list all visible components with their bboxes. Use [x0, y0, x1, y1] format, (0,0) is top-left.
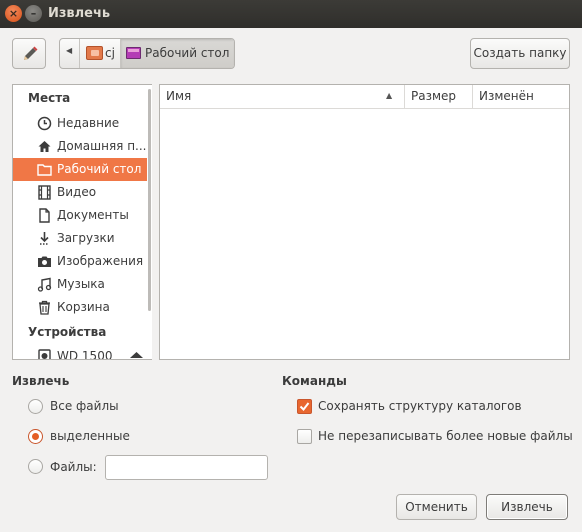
clock-icon	[37, 116, 52, 131]
sidebar-item-label: Видео	[57, 185, 97, 199]
sidebar-item-label: Документы	[57, 208, 129, 222]
eject-icon[interactable]	[130, 352, 143, 360]
sidebar-item-label: Рабочий стол	[57, 162, 142, 176]
minimize-button[interactable]: –	[25, 5, 42, 22]
commands-heading: Команды	[282, 374, 347, 388]
home-folder-icon	[86, 46, 103, 60]
sidebar-item-trash[interactable]: Корзина	[13, 296, 148, 319]
sidebar-item-label: WD 1500	[57, 349, 113, 360]
places-sidebar: Места Недавние Домашняя п... Рабочий сто…	[12, 84, 152, 360]
column-header-name[interactable]: Имя ▲	[160, 85, 405, 109]
sidebar-item-label: Домашняя п...	[57, 139, 147, 153]
create-folder-button[interactable]: Создать папку	[470, 38, 570, 69]
document-icon	[39, 208, 50, 223]
radio-selected-files-label[interactable]: выделенные	[50, 429, 130, 443]
sidebar-item-wd1500[interactable]: WD 1500	[13, 345, 148, 360]
sidebar-item-label: Корзина	[57, 300, 110, 314]
radio-all-files-label[interactable]: Все файлы	[50, 399, 119, 413]
desktop-icon	[126, 47, 141, 59]
edit-location-button[interactable]	[12, 38, 46, 69]
music-icon	[37, 277, 52, 292]
pencil-icon	[24, 46, 38, 60]
sidebar-item-label: Изображения	[57, 254, 144, 268]
no-overwrite-newer-label[interactable]: Не перезаписывать более новые файлы	[318, 429, 573, 443]
chevron-left-icon: ◀	[66, 46, 73, 55]
column-header-size[interactable]: Размер	[405, 85, 473, 109]
home-icon	[38, 141, 51, 152]
sidebar-item-label: Недавние	[57, 116, 120, 130]
sidebar-item-label: Музыка	[57, 277, 105, 291]
drive-icon	[38, 349, 51, 359]
path-segment-desktop[interactable]: Рабочий стол	[121, 39, 234, 68]
devices-heading: Устройства	[28, 325, 107, 339]
radio-selected-files[interactable]	[28, 429, 43, 444]
camera-icon	[38, 256, 51, 267]
sidebar-item-pictures[interactable]: Изображения	[13, 250, 148, 273]
sidebar-item-videos[interactable]: Видео	[13, 181, 148, 204]
no-overwrite-newer-checkbox[interactable]	[297, 429, 312, 444]
film-icon	[38, 185, 51, 200]
minimize-icon: –	[30, 7, 37, 20]
download-icon	[40, 232, 49, 245]
folder-icon	[37, 164, 52, 176]
cancel-button[interactable]: Отменить	[396, 494, 477, 520]
close-icon: ×	[8, 7, 19, 20]
path-segment-cj[interactable]: cj	[80, 39, 121, 68]
files-pattern-input[interactable]	[105, 455, 268, 480]
sidebar-item-desktop[interactable]: Рабочий стол	[13, 158, 148, 181]
radio-all-files[interactable]	[28, 399, 43, 414]
extract-heading: Извлечь	[12, 374, 70, 388]
keep-directory-structure-checkbox[interactable]	[297, 399, 312, 414]
close-button[interactable]: ×	[5, 5, 22, 22]
keep-directory-structure-label[interactable]: Сохранять структуру каталогов	[318, 399, 522, 413]
path-segment-label: Рабочий стол	[145, 46, 230, 60]
path-segment-label: cj	[105, 46, 115, 60]
sidebar-scrollbar[interactable]	[147, 84, 152, 360]
sidebar-item-music[interactable]: Музыка	[13, 273, 148, 296]
radio-files-pattern-label[interactable]: Файлы:	[50, 460, 97, 474]
column-header-label: Имя	[166, 89, 192, 103]
radio-files-pattern[interactable]	[28, 459, 43, 474]
window-title: Извлечь	[48, 6, 111, 21]
sidebar-item-home[interactable]: Домашняя п...	[13, 135, 148, 158]
sidebar-item-documents[interactable]: Документы	[13, 204, 148, 227]
sidebar-item-recent[interactable]: Недавние	[13, 112, 148, 135]
path-bar: ◀ cj Рабочий стол	[59, 38, 235, 69]
places-heading: Места	[28, 91, 71, 105]
path-scroll-left-button[interactable]: ◀	[60, 39, 80, 68]
extract-button[interactable]: Извлечь	[486, 494, 568, 520]
sidebar-item-label: Загрузки	[57, 231, 115, 245]
checkmark-icon	[299, 402, 310, 412]
file-list[interactable]: Имя ▲ Размер Изменён	[159, 84, 570, 360]
trash-icon	[39, 300, 50, 315]
sort-ascending-icon: ▲	[386, 91, 393, 100]
scrollbar-thumb[interactable]	[148, 89, 151, 311]
column-header-modified[interactable]: Изменён	[473, 85, 569, 109]
title-bar: × – Извлечь	[0, 0, 582, 28]
sidebar-item-downloads[interactable]: Загрузки	[13, 227, 148, 250]
